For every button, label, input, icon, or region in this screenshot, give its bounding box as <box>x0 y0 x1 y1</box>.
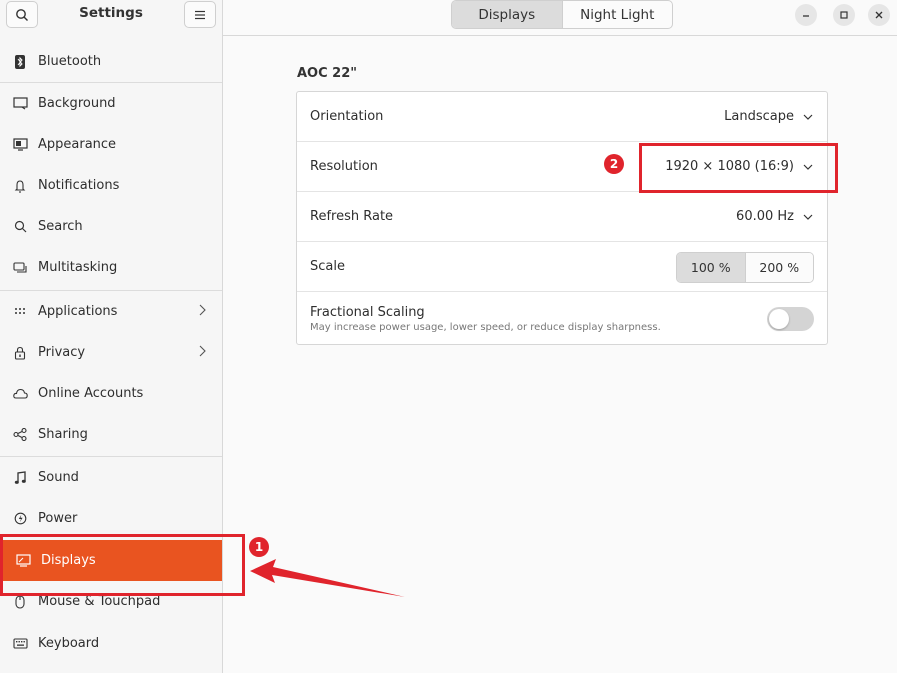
sidebar-item-online-accounts[interactable]: Online Accounts <box>0 373 222 414</box>
scale-200-button[interactable]: 200 % <box>745 253 813 282</box>
scale-100-button[interactable]: 100 % <box>677 253 746 282</box>
sidebar-item-sharing[interactable]: Sharing <box>0 414 222 455</box>
close-button[interactable] <box>868 4 890 26</box>
search-button[interactable] <box>6 1 38 28</box>
fractional-scaling-switch[interactable] <box>767 307 814 331</box>
tab-night-light[interactable]: Night Light <box>563 1 673 28</box>
sidebar-header: Settings <box>0 0 223 36</box>
fractional-scaling-row: Fractional Scaling May increase power us… <box>297 293 827 345</box>
sidebar-item-label: Notifications <box>38 178 120 193</box>
orientation-row[interactable]: Orientation Landscape <box>297 92 827 142</box>
orientation-label: Orientation <box>310 109 384 124</box>
sidebar-item-label: Background <box>38 96 116 111</box>
background-icon <box>12 96 28 112</box>
maximize-icon <box>840 11 848 19</box>
menu-button[interactable] <box>184 1 216 28</box>
displays-highlight-box <box>0 534 245 596</box>
monitor-name: AOC 22" <box>297 66 358 81</box>
orientation-dropdown[interactable]: Landscape <box>724 109 813 124</box>
fractional-scaling-label: Fractional Scaling <box>310 305 425 320</box>
sidebar-item-privacy[interactable]: Privacy <box>0 332 222 373</box>
resolution-label: Resolution <box>310 159 378 174</box>
appearance-icon <box>12 137 28 153</box>
sidebar-item-sound[interactable]: Sound <box>0 457 222 498</box>
sidebar-item-label: Applications <box>38 304 118 319</box>
power-icon <box>12 511 28 527</box>
chevron-right-icon <box>199 304 206 320</box>
sidebar-item-power[interactable]: Power <box>0 498 222 539</box>
search-icon <box>16 8 28 21</box>
maximize-button[interactable] <box>833 4 855 26</box>
scale-label: Scale <box>310 259 345 274</box>
music-note-icon <box>12 470 28 486</box>
tab-displays[interactable]: Displays <box>452 1 563 28</box>
hamburger-menu-icon <box>195 10 205 19</box>
refresh-rate-label: Refresh Rate <box>310 209 394 224</box>
sidebar-item-multitasking[interactable]: Multitasking <box>0 247 222 288</box>
sidebar-item-label: Search <box>38 219 83 234</box>
minimize-icon <box>803 15 809 17</box>
sidebar-item-search[interactable]: Search <box>0 206 222 247</box>
resolution-highlight-box <box>639 143 838 193</box>
sidebar-item-label: Keyboard <box>38 636 100 651</box>
refresh-rate-dropdown[interactable]: 60.00 Hz <box>736 209 813 224</box>
sidebar-item-applications[interactable]: Applications <box>0 291 222 332</box>
display-tabs: Displays Night Light <box>451 0 673 29</box>
step-badge-2: 2 <box>604 154 624 174</box>
sidebar-item-label: Sharing <box>38 427 88 442</box>
sidebar-item-label: Sound <box>38 470 79 485</box>
close-icon <box>875 11 883 19</box>
lock-icon <box>12 345 28 361</box>
chevron-down-icon <box>803 114 813 120</box>
sidebar-item-notifications[interactable]: Notifications <box>0 165 222 206</box>
search-icon <box>12 219 28 235</box>
chevron-down-icon <box>803 214 813 220</box>
keyboard-icon <box>12 636 28 652</box>
orientation-value: Landscape <box>724 109 794 124</box>
fractional-scaling-description: May increase power usage, lower speed, o… <box>310 322 661 333</box>
sidebar-item-label: Bluetooth <box>38 54 102 69</box>
header-bar: Settings Displays Night Light <box>0 0 897 36</box>
share-icon <box>12 427 28 443</box>
scale-row: Scale 100 % 200 % <box>297 242 827 292</box>
sidebar-item-label: Privacy <box>38 345 86 360</box>
sidebar-item-label: Online Accounts <box>38 386 144 401</box>
sidebar-item-label: Multitasking <box>38 260 118 275</box>
bell-icon <box>12 178 28 194</box>
sidebar-item-bluetooth[interactable]: Bluetooth <box>0 41 222 82</box>
switch-knob <box>769 309 789 329</box>
minimize-button[interactable] <box>795 4 817 26</box>
multitasking-icon <box>12 260 28 276</box>
refresh-rate-value: 60.00 Hz <box>736 209 794 224</box>
cloud-icon <box>12 386 28 402</box>
grid-icon <box>12 304 28 320</box>
bluetooth-icon <box>12 54 28 70</box>
sidebar-item-appearance[interactable]: Appearance <box>0 124 222 165</box>
sidebar-item-label: Mouse & Touchpad <box>38 594 161 609</box>
sidebar-item-label: Power <box>38 511 78 526</box>
scale-toggle-group: 100 % 200 % <box>676 252 814 283</box>
refresh-rate-row[interactable]: Refresh Rate 60.00 Hz <box>297 192 827 242</box>
display-settings-panel: Orientation Landscape Resolution 1920 × … <box>296 91 828 345</box>
sidebar-item-keyboard[interactable]: Keyboard <box>0 623 222 664</box>
chevron-right-icon <box>199 345 206 361</box>
sidebar-item-label: Appearance <box>38 137 117 152</box>
app-title: Settings <box>79 5 143 21</box>
sidebar-item-background[interactable]: Background <box>0 83 222 124</box>
step-badge-1: 1 <box>249 537 269 557</box>
